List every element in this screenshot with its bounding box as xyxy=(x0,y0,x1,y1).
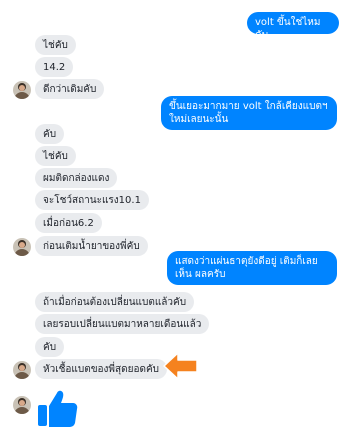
avatar[interactable] xyxy=(13,361,31,379)
message-text: หัวเชื้อแบตของพี่สุดยอดคับ xyxy=(43,364,160,375)
message-text: ขึ้นเยอะมากมาย volt ใกล้เคียงแบตฯ ใหม่เล… xyxy=(169,101,328,125)
message-text: คับ xyxy=(43,342,57,353)
message-text: เลยรอบเปลี่ยนแบตมาหลายเดือนแล้ว xyxy=(43,319,202,330)
incoming-message[interactable]: ไช่คับ xyxy=(35,35,76,55)
message-text: เมื่อก่อน6.2 xyxy=(43,218,94,229)
thumbs-up-icon[interactable] xyxy=(37,388,79,428)
incoming-message[interactable]: เลยรอบเปลี่ยนแบตมาหลายเดือนแล้ว xyxy=(35,314,210,334)
message-text: ถ้าเมื่อก่อนต้องเปลี่ยนแบตแล้วคับ xyxy=(43,297,187,308)
message-text: ไช่คับ xyxy=(43,40,68,51)
incoming-message[interactable]: คับ xyxy=(35,124,65,144)
incoming-message[interactable]: ก่อนเติมน้ำยาของพี่คับ xyxy=(35,236,148,256)
incoming-message[interactable]: คับ xyxy=(35,337,65,357)
message-text: volt ขึ้นใช่ไหมคับ xyxy=(255,17,321,41)
avatar[interactable] xyxy=(13,396,31,414)
message-text: ก่อนเติมน้ำยาของพี่คับ xyxy=(43,241,140,252)
incoming-message[interactable]: จะโชว์สถานะแรง10.1 xyxy=(35,190,149,210)
incoming-message[interactable]: เมื่อก่อน6.2 xyxy=(35,213,102,233)
avatar[interactable] xyxy=(13,81,31,99)
avatar[interactable] xyxy=(13,238,31,256)
incoming-message[interactable]: ไช่คับ xyxy=(35,146,76,166)
message-text: คับ xyxy=(43,129,57,140)
incoming-message[interactable]: หัวเชื้อแบตของพี่สุดยอดคับ xyxy=(35,359,168,379)
outgoing-message[interactable]: volt ขึ้นใช่ไหมคับ xyxy=(247,12,339,41)
message-text: ดีกว่าเดิมคับ xyxy=(43,84,97,95)
outgoing-message[interactable]: ขึ้นเยอะมากมาย volt ใกล้เคียงแบตฯ ใหม่เล… xyxy=(161,96,337,130)
incoming-message[interactable]: ผมติดกล่องแดง xyxy=(35,168,118,188)
message-text: ไช่คับ xyxy=(43,151,68,162)
message-text: ผมติดกล่องแดง xyxy=(43,173,110,184)
incoming-message[interactable]: ถ้าเมื่อก่อนต้องเปลี่ยนแบตแล้วคับ xyxy=(35,292,195,312)
incoming-message[interactable]: ดีกว่าเดิมคับ xyxy=(35,79,105,99)
chat-thread: volt ขึ้นใช่ไหมคับ ไช่คับ 14.2 ดีกว่าเดิ… xyxy=(0,0,350,438)
incoming-message[interactable]: 14.2 xyxy=(35,57,74,77)
message-text: 14.2 xyxy=(43,62,66,73)
message-text: จะโชว์สถานะแรง10.1 xyxy=(43,195,141,206)
arrow-left-icon xyxy=(163,352,198,380)
outgoing-message[interactable]: แสดงว่าแผ่นธาตุยังดีอยู่ เติมก็เลยเห็น ผ… xyxy=(167,251,337,285)
message-text: แสดงว่าแผ่นธาตุยังดีอยู่ เติมก็เลยเห็น ผ… xyxy=(175,256,318,280)
